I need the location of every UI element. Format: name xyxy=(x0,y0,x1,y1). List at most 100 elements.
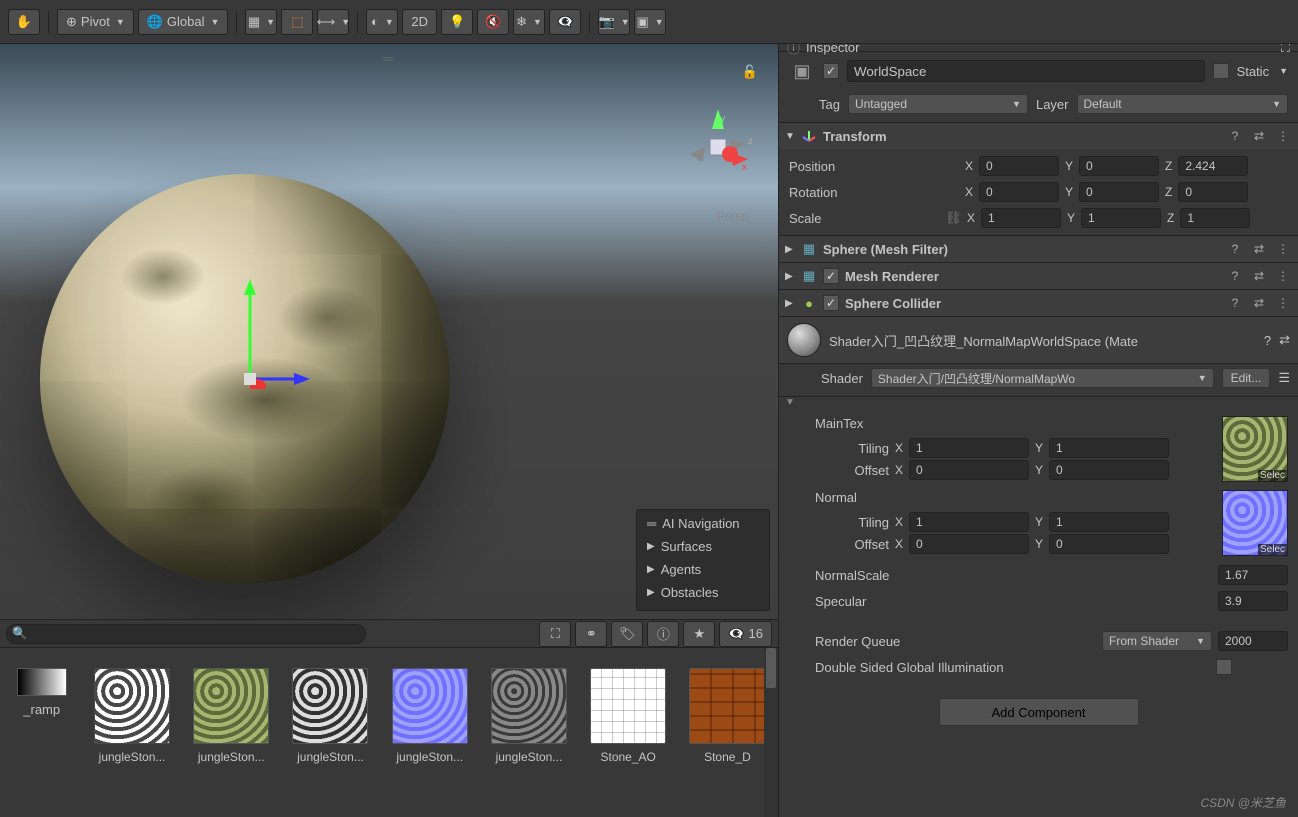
help-icon[interactable]: ? xyxy=(1226,129,1244,143)
scale-x-input[interactable] xyxy=(981,208,1061,228)
normal-offset-y-input[interactable] xyxy=(1049,534,1169,554)
rotation-y-input[interactable] xyxy=(1079,182,1159,202)
renderqueue-mode-dropdown[interactable]: From Shader▼ xyxy=(1102,631,1212,651)
maintex-tiling-x-input[interactable] xyxy=(909,438,1029,458)
normalscale-input[interactable] xyxy=(1218,565,1288,585)
menu-icon[interactable]: ☰ xyxy=(1278,370,1290,386)
static-label: Static xyxy=(1237,64,1270,79)
fold-icon[interactable]: ▼ xyxy=(785,131,795,142)
gameobject-name-input[interactable] xyxy=(847,60,1205,82)
project-filter-1[interactable]: ⛶ xyxy=(539,621,571,647)
asset-junglestone-4[interactable]: jungleSton... xyxy=(391,668,468,764)
help-icon[interactable]: ? xyxy=(1264,333,1271,348)
global-dropdown[interactable]: 🌐 Global ▼ xyxy=(138,9,229,35)
fold-icon[interactable]: ▶ xyxy=(785,298,795,309)
meshrenderer-enable-checkbox[interactable] xyxy=(823,268,839,284)
menu-icon[interactable]: ⋮ xyxy=(1274,242,1292,256)
project-filter-label[interactable]: 🏷 xyxy=(611,621,643,647)
help-icon[interactable]: ? xyxy=(1226,269,1244,283)
fold-icon[interactable]: ▶ xyxy=(785,271,795,282)
tool-hand[interactable]: ✋ xyxy=(8,9,40,35)
link-icon[interactable]: ⛓ xyxy=(945,210,961,226)
specular-input[interactable] xyxy=(1218,591,1288,611)
help-icon[interactable]: ? xyxy=(1226,296,1244,310)
layer-dropdown[interactable]: Default▼ xyxy=(1077,94,1289,114)
lock-icon[interactable]: 🔓 xyxy=(742,64,758,80)
maintex-offset-x-input[interactable] xyxy=(909,460,1029,480)
visibility-toggle[interactable]: 👁‍🗨 xyxy=(549,9,581,35)
project-hidden-count[interactable]: 👁‍🗨 16 xyxy=(719,621,772,647)
scene-view[interactable]: ═ y x z xyxy=(0,44,778,619)
tiling-label: Tiling xyxy=(829,441,889,456)
project-search-input[interactable] xyxy=(6,624,366,644)
snap-toggle[interactable]: ⬚ xyxy=(281,9,313,35)
static-dropdown-icon[interactable]: ▼ xyxy=(1279,66,1288,76)
tag-dropdown[interactable]: Untagged▼ xyxy=(848,94,1028,114)
preset-icon[interactable]: ⇄ xyxy=(1279,332,1290,348)
fold-icon[interactable]: ▼ xyxy=(779,397,1298,408)
fold-icon[interactable]: ▶ xyxy=(785,244,795,255)
snap-settings[interactable]: ⟷▼ xyxy=(317,9,349,35)
rotation-x-input[interactable] xyxy=(979,182,1059,202)
shading-mode[interactable]: ◐▼ xyxy=(366,9,398,35)
project-filter-info[interactable]: ⓘ xyxy=(647,621,679,647)
audio-toggle[interactable]: 🔇 xyxy=(477,9,509,35)
help-icon[interactable]: ? xyxy=(1226,242,1244,256)
static-checkbox[interactable] xyxy=(1213,63,1229,79)
maintex-tiling-y-input[interactable] xyxy=(1049,438,1169,458)
scale-y-input[interactable] xyxy=(1081,208,1161,228)
ai-nav-agents[interactable]: ▶Agents xyxy=(647,558,759,581)
rotation-z-input[interactable] xyxy=(1178,182,1248,202)
asset-junglestone-3[interactable]: jungleSton... xyxy=(292,668,369,764)
normal-tiling-y-input[interactable] xyxy=(1049,512,1169,532)
preset-icon[interactable]: ⇄ xyxy=(1250,129,1268,143)
project-scrollbar[interactable] xyxy=(764,648,778,817)
grid-toggle[interactable]: ▦▼ xyxy=(245,9,277,35)
menu-icon[interactable]: ⋮ xyxy=(1274,269,1292,283)
add-component-button[interactable]: Add Component xyxy=(939,698,1139,726)
doublesided-checkbox[interactable] xyxy=(1216,659,1232,675)
normal-tiling-x-input[interactable] xyxy=(909,512,1029,532)
maintex-texture-picker[interactable]: Selec xyxy=(1222,416,1288,482)
lighting-toggle[interactable]: 💡 xyxy=(441,9,473,35)
transform-icon xyxy=(801,128,817,144)
scene-sphere-object[interactable] xyxy=(40,174,450,584)
scale-z-input[interactable] xyxy=(1180,208,1250,228)
position-z-input[interactable] xyxy=(1178,156,1248,176)
ai-nav-surfaces[interactable]: ▶Surfaces xyxy=(647,535,759,558)
orientation-gizmo[interactable]: y x z xyxy=(678,104,758,184)
projection-label[interactable]: Persp xyxy=(717,209,748,223)
edit-shader-button[interactable]: Edit... xyxy=(1222,368,1271,388)
renderqueue-input[interactable] xyxy=(1218,631,1288,651)
fx-dropdown[interactable]: ❄▼ xyxy=(513,9,545,35)
active-checkbox[interactable] xyxy=(823,63,839,79)
project-filter-star[interactable]: ★ xyxy=(683,621,715,647)
asset-stone-ao[interactable]: Stone_AO xyxy=(590,668,667,764)
preset-icon[interactable]: ⇄ xyxy=(1250,296,1268,310)
normal-offset-x-input[interactable] xyxy=(909,534,1029,554)
preset-icon[interactable]: ⇄ xyxy=(1250,269,1268,283)
asset-junglestone-1[interactable]: jungleSton... xyxy=(93,668,170,764)
shader-dropdown[interactable]: Shader入门/凹凸纹理/NormalMapWo▼ xyxy=(871,368,1214,388)
spherecollider-enable-checkbox[interactable] xyxy=(823,295,839,311)
preset-icon[interactable]: ⇄ xyxy=(1250,242,1268,256)
pivot-dropdown[interactable]: ⊕ Pivot ▼ xyxy=(57,9,134,35)
position-x-input[interactable] xyxy=(979,156,1059,176)
camera-settings[interactable]: 📷▼ xyxy=(598,9,630,35)
menu-icon[interactable]: ⋮ xyxy=(1274,129,1292,143)
project-filter-2[interactable]: ⚭ xyxy=(575,621,607,647)
position-y-input[interactable] xyxy=(1079,156,1159,176)
menu-icon[interactable]: ⋮ xyxy=(1274,296,1292,310)
offset-label: Offset xyxy=(829,537,889,552)
mode-2d[interactable]: 2D xyxy=(402,9,437,35)
asset-junglestone-5[interactable]: jungleSton... xyxy=(490,668,567,764)
maintex-offset-y-input[interactable] xyxy=(1049,460,1169,480)
asset-stone-d[interactable]: Stone_D xyxy=(689,668,766,764)
shader-label: Shader xyxy=(821,371,863,386)
asset-junglestone-2[interactable]: jungleSton... xyxy=(193,668,270,764)
gizmos-dropdown[interactable]: ▣▼ xyxy=(634,9,666,35)
inspector-panel: ⓘ Inspector ⛶ ▣ Static ▼ Tag Untagged▼ L… xyxy=(778,44,1298,817)
asset-ramp[interactable]: _ramp xyxy=(12,668,71,717)
normal-texture-picker[interactable]: Selec xyxy=(1222,490,1288,556)
ai-nav-obstacles[interactable]: ▶Obstacles xyxy=(647,581,759,604)
